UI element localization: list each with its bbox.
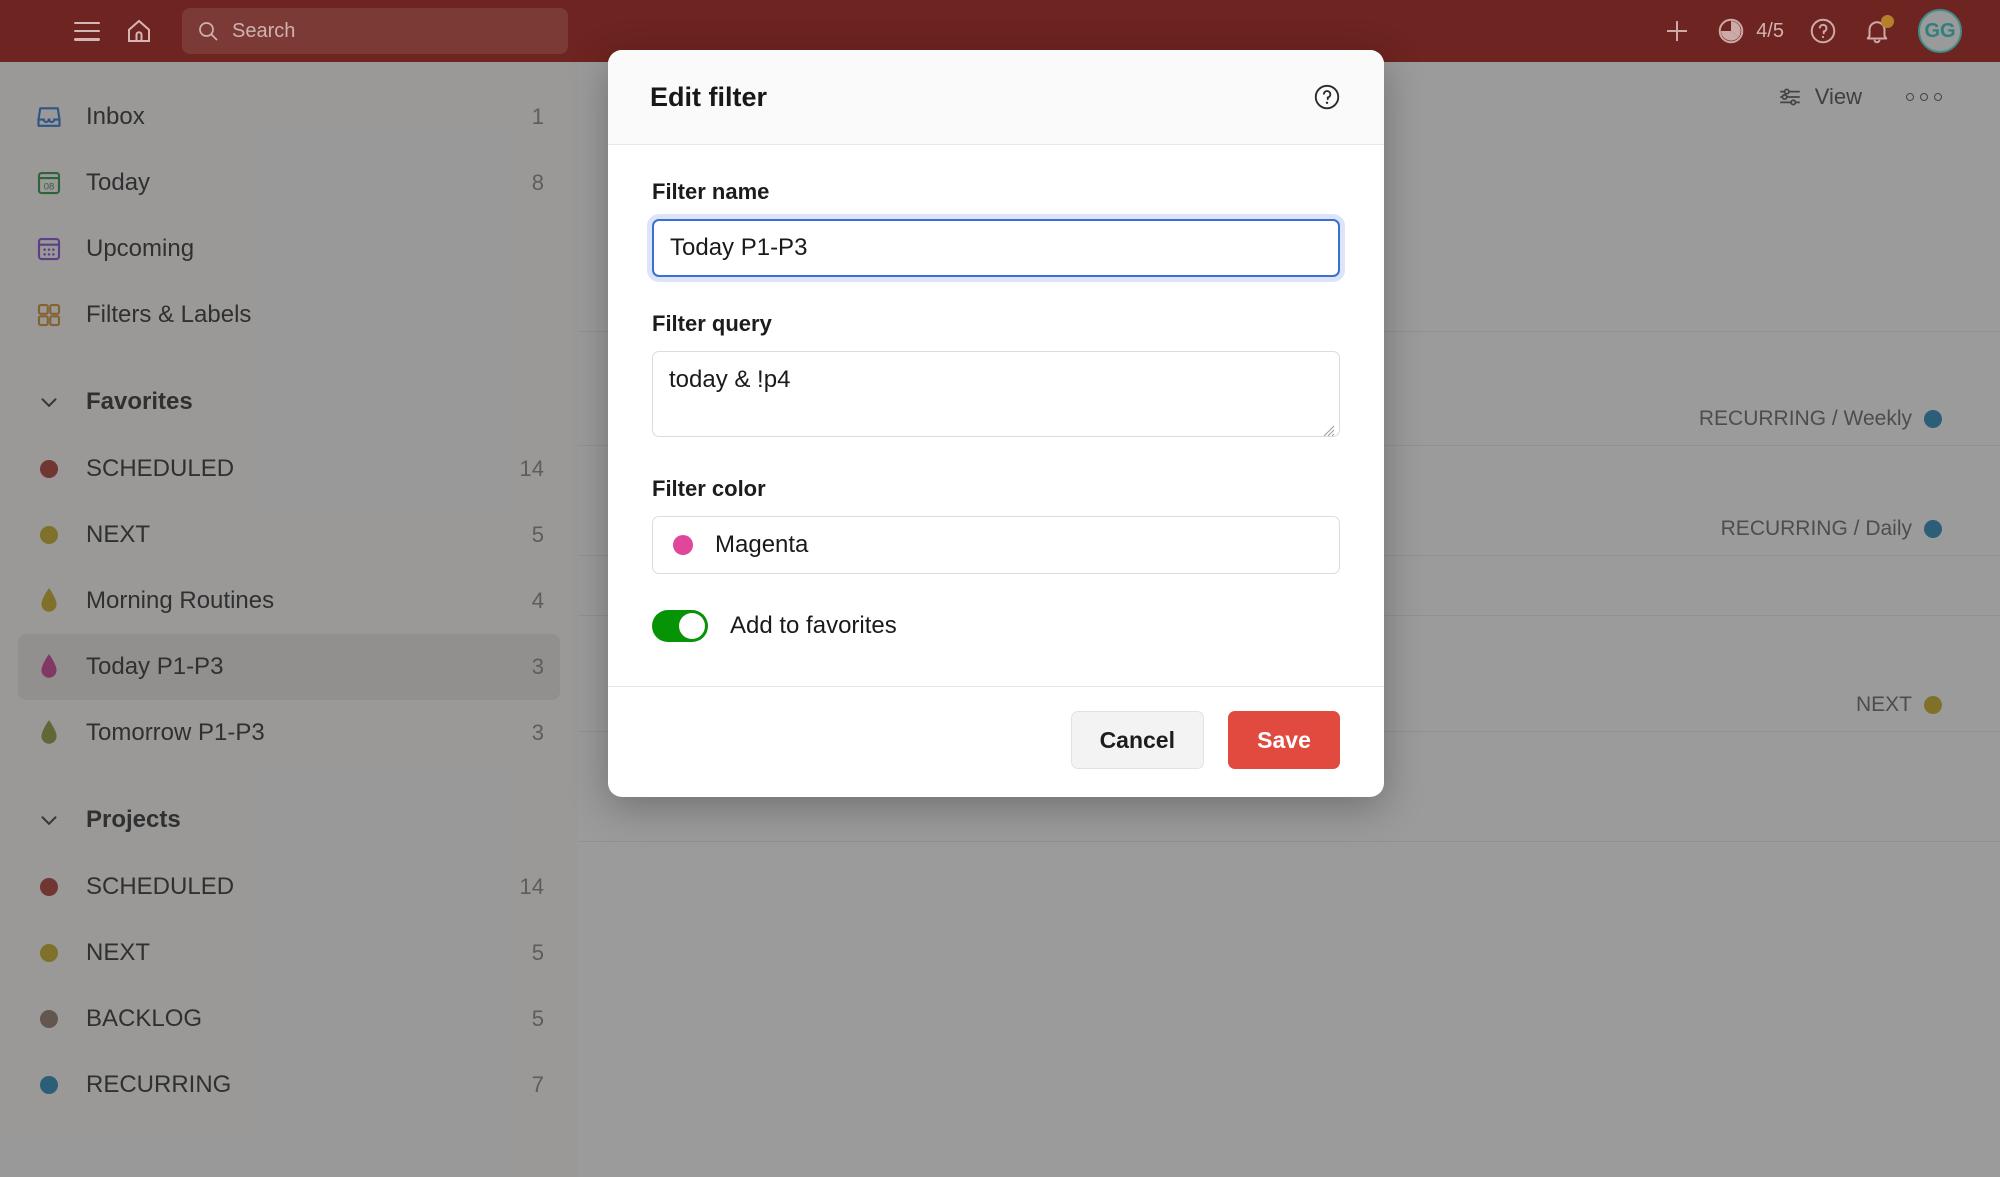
dialog-body: Filter name Filter query Filter color Ma…	[608, 145, 1384, 686]
dialog-help-button[interactable]	[1312, 82, 1342, 112]
add-to-favorites-label: Add to favorites	[730, 612, 897, 639]
pie-chart-icon	[1718, 18, 1744, 44]
filter-name-input[interactable]	[652, 219, 1340, 277]
question-mark-icon	[1810, 18, 1836, 44]
filter-color-select[interactable]: Magenta	[652, 516, 1340, 574]
color-name: Magenta	[715, 531, 809, 558]
dialog-title: Edit filter	[650, 81, 768, 112]
toggle-knob	[679, 613, 705, 639]
app-window: Search 4/5 GG Edit filter Filter name To…	[0, 0, 2000, 1177]
filter-query-wrapper	[652, 351, 1340, 442]
hamburger-icon	[74, 21, 100, 41]
productivity-count: 4/5	[1756, 19, 1784, 42]
question-mark-circle-icon	[1314, 84, 1340, 110]
topbar-left-group: Search	[0, 8, 568, 54]
dialog-header: Edit filter	[608, 50, 1384, 145]
add-to-favorites-toggle[interactable]	[652, 610, 708, 642]
avatar[interactable]: GG	[1918, 9, 1962, 53]
help-button[interactable]	[1800, 8, 1846, 54]
topbar-right-group: 4/5 GG	[1654, 8, 2000, 54]
color-swatch	[673, 535, 693, 555]
cancel-button[interactable]: Cancel	[1070, 711, 1204, 769]
filter-name-label: Filter name	[652, 179, 770, 204]
save-button[interactable]: Save	[1228, 711, 1340, 769]
search-input[interactable]: Search	[182, 8, 568, 54]
notifications-button[interactable]	[1854, 8, 1900, 54]
add-to-favorites-row: Add to favorites	[652, 610, 1340, 642]
add-task-button[interactable]	[1654, 8, 1700, 54]
edit-filter-dialog: Edit filter Filter name Filter query	[608, 50, 1384, 797]
filter-color-label: Filter color	[652, 476, 766, 501]
search-placeholder: Search	[232, 19, 296, 42]
menu-toggle-button[interactable]	[64, 8, 110, 54]
home-icon	[128, 19, 150, 42]
search-icon	[199, 22, 218, 41]
filter-query-input[interactable]	[652, 351, 1340, 437]
notification-badge-dot	[1881, 15, 1894, 28]
plus-icon	[1667, 21, 1688, 41]
avatar-initials: GG	[1924, 19, 1956, 42]
productivity-button[interactable]: 4/5	[1708, 16, 1792, 46]
dialog-footer: Cancel Save	[608, 686, 1384, 797]
home-button[interactable]	[116, 8, 162, 54]
filter-query-label: Filter query	[652, 311, 772, 336]
